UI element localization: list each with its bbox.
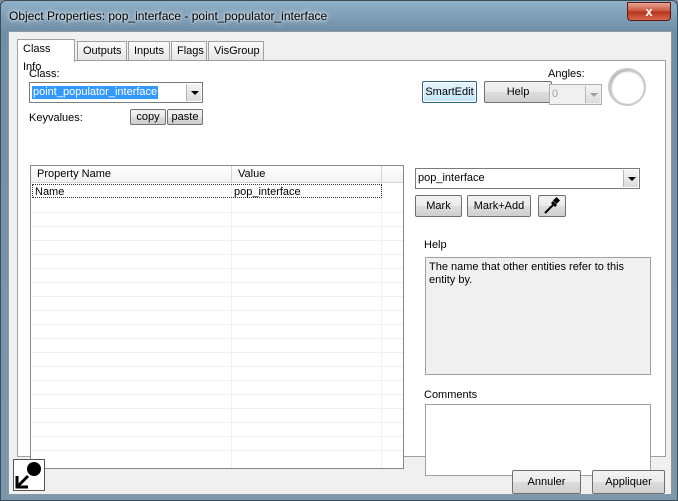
angles-combobox[interactable]: 0	[549, 84, 602, 105]
row-divider	[31, 422, 403, 423]
row-divider	[31, 352, 403, 353]
row-divider	[31, 296, 403, 297]
chevron-down-icon[interactable]	[186, 84, 201, 101]
row-divider	[31, 268, 403, 269]
angles-label: Angles:	[548, 68, 585, 80]
help-text: The name that other entities refer to th…	[429, 261, 625, 286]
apply-button[interactable]: Appliquer	[592, 470, 665, 494]
row-divider	[31, 310, 403, 311]
row-divider	[31, 254, 403, 255]
value-combobox[interactable]: pop_interface	[415, 168, 640, 189]
help-label: Help	[424, 239, 447, 251]
smartedit-button[interactable]: SmartEdit	[422, 81, 477, 103]
tab-flags[interactable]: Flags	[171, 41, 207, 61]
tab-inputs[interactable]: Inputs	[128, 41, 170, 61]
column-value[interactable]: Value	[232, 166, 382, 183]
column-property-name[interactable]: Property Name	[31, 166, 232, 183]
entity-pointer-icon	[13, 459, 45, 491]
chevron-down-icon[interactable]	[623, 170, 638, 187]
copy-button[interactable]: copy	[130, 109, 166, 125]
tab-class-info[interactable]: Class Info	[17, 39, 75, 73]
row-divider	[31, 450, 403, 451]
class-value: point_populator_interface	[32, 86, 159, 99]
row-divider	[31, 366, 403, 367]
row-divider	[31, 380, 403, 381]
mark-button[interactable]: Mark	[415, 195, 462, 217]
row-divider	[31, 240, 403, 241]
eyedropper-button[interactable]	[538, 195, 566, 217]
class-info-panel: Class: point_populator_interface Keyvalu…	[17, 60, 666, 476]
row-divider	[31, 436, 403, 437]
object-properties-window: Object Properties: pop_interface - point…	[0, 0, 678, 501]
angles-value: 0	[552, 88, 559, 100]
close-icon: x	[645, 4, 653, 19]
keyvalues-label: Keyvalues:	[29, 112, 83, 124]
row-divider	[31, 338, 403, 339]
mark-add-button[interactable]: Mark+Add	[467, 195, 531, 217]
row-property-name: Name	[35, 186, 65, 198]
table-row[interactable]: Name pop_interface	[32, 184, 382, 198]
window-title: Object Properties: pop_interface - point…	[9, 9, 328, 23]
row-divider	[31, 212, 403, 213]
tab-visgroup[interactable]: VisGroup	[208, 41, 264, 61]
dialog-client: Class Info Outputs Inputs Flags VisGroup…	[8, 31, 672, 495]
row-divider	[31, 408, 403, 409]
tab-outputs[interactable]: Outputs	[77, 41, 127, 61]
row-divider	[31, 324, 403, 325]
angle-dial[interactable]	[608, 68, 646, 106]
row-divider	[31, 394, 403, 395]
comments-label: Comments	[424, 389, 478, 401]
eyedropper-icon	[544, 196, 561, 214]
row-divider	[31, 282, 403, 283]
class-combobox[interactable]: point_populator_interface	[29, 82, 203, 103]
cancel-button[interactable]: Annuler	[512, 470, 581, 494]
row-divider	[31, 226, 403, 227]
title-bar[interactable]: Object Properties: pop_interface - point…	[1, 1, 677, 31]
close-button[interactable]: x	[627, 2, 671, 21]
paste-button[interactable]: paste	[167, 109, 203, 125]
property-list[interactable]: Property Name Value Name pop_interface	[30, 165, 404, 469]
list-header: Property Name Value	[31, 166, 403, 183]
row-property-value: pop_interface	[234, 186, 301, 198]
comments-textarea[interactable]	[425, 404, 651, 476]
chevron-down-icon[interactable]	[585, 86, 600, 103]
value-text: pop_interface	[418, 172, 485, 184]
help-button[interactable]: Help	[484, 81, 552, 103]
help-box: The name that other entities refer to th…	[425, 257, 651, 375]
